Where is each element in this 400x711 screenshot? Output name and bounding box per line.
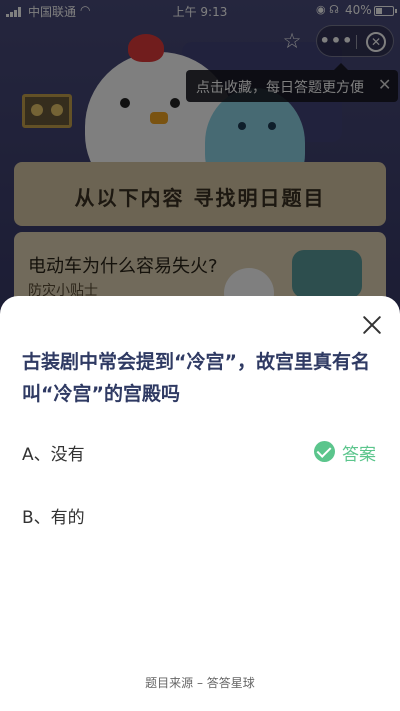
question-text: 古装剧中常会提到“冷宫”，故宫里真有名叫“冷宫”的宫殿吗 (22, 351, 370, 405)
option-b-label: B、有的 (22, 508, 85, 528)
option-a-label: A、没有 (22, 445, 85, 465)
option-b[interactable]: B、有的 (0, 491, 400, 539)
answer-label: 答案 (342, 445, 376, 465)
check-icon (314, 441, 335, 462)
question-source: 题目来源 – 答答星球 (145, 676, 255, 690)
option-a[interactable]: A、没有 答案 (0, 428, 400, 476)
question-sheet: 古装剧中常会提到“冷宫”，故宫里真有名叫“冷宫”的宫殿吗 A、没有 答案 B、有… (0, 296, 400, 711)
close-icon[interactable] (360, 313, 384, 337)
